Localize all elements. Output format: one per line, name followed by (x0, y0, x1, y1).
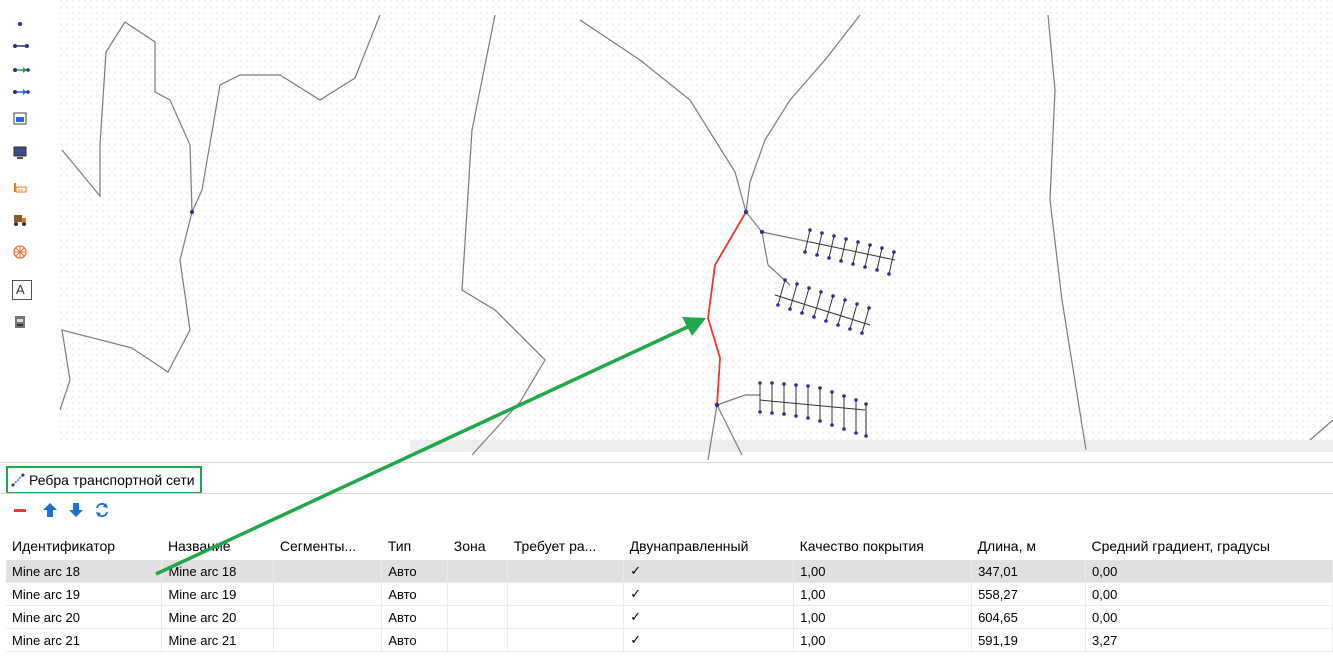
cell-requires[interactable] (507, 582, 625, 606)
table-row[interactable]: Mine arc 21 Mine arc 21 Авто ✓ 1,00 591,… (6, 628, 1333, 652)
cell-type[interactable]: Авто (381, 605, 449, 629)
cell-name[interactable]: Mine arc 21 (161, 628, 275, 652)
edge-icon (11, 473, 25, 487)
move-up-button[interactable] (40, 500, 60, 520)
cell-bidirectional[interactable]: ✓ (623, 582, 795, 606)
cell-id[interactable]: Mine arc 20 (6, 605, 163, 629)
arrow-down-icon (69, 503, 83, 517)
column-header-id[interactable]: Идентификатор (6, 532, 162, 560)
cell-name[interactable]: Mine arc 20 (161, 605, 275, 629)
table-row[interactable]: Mine arc 19 Mine arc 19 Авто ✓ 1,00 558,… (6, 582, 1333, 606)
text-label-icon[interactable]: A (12, 280, 32, 300)
storage-icon[interactable] (12, 314, 32, 334)
column-header-length[interactable]: Длина, м (972, 532, 1086, 560)
cell-length[interactable]: 558,27 (971, 582, 1086, 606)
move-down-button[interactable] (66, 500, 86, 520)
factory-icon[interactable] (12, 178, 32, 198)
cell-surface-quality[interactable]: 1,00 (793, 628, 973, 652)
cell-segments[interactable] (273, 628, 383, 652)
column-header-surface-quality[interactable]: Качество покрытия (794, 532, 972, 560)
cell-length[interactable]: 591,19 (971, 628, 1086, 652)
cell-surface-quality[interactable]: 1,00 (793, 605, 973, 629)
cell-zone[interactable] (447, 628, 509, 652)
column-header-zone[interactable]: Зона (448, 532, 508, 560)
cell-id[interactable]: Mine arc 21 (6, 628, 163, 652)
ventilation-fan-icon[interactable] (12, 244, 32, 264)
column-header-name[interactable]: Название (162, 532, 274, 560)
minus-icon (14, 509, 26, 512)
panel-separator (0, 462, 1333, 463)
cell-zone[interactable] (447, 560, 509, 583)
map-canvas[interactable] (0, 0, 1333, 462)
cell-avg-gradient[interactable]: 3,27 (1085, 628, 1333, 652)
dump-truck-icon[interactable] (12, 212, 32, 232)
cell-bidirectional[interactable]: ✓ (623, 605, 795, 629)
cell-id[interactable]: Mine arc 19 (6, 582, 163, 606)
svg-text:A: A (16, 282, 25, 297)
cell-segments[interactable] (273, 560, 383, 583)
cell-zone[interactable] (447, 605, 509, 629)
node-tool-icon[interactable] (12, 16, 32, 36)
map-toolbar: A (0, 0, 44, 462)
column-header-segments[interactable]: Сегменты... (274, 532, 382, 560)
cell-zone[interactable] (447, 582, 509, 606)
cell-requires[interactable] (507, 605, 625, 629)
cell-surface-quality[interactable]: 1,00 (793, 582, 973, 606)
cell-bidirectional[interactable]: ✓ (623, 560, 795, 583)
panel-tab-title: Ребра транспортной сети (29, 472, 195, 488)
cell-name[interactable]: Mine arc 18 (161, 560, 275, 583)
column-header-avg-gradient[interactable]: Средний градиент, градусы (1086, 532, 1333, 560)
cell-type[interactable]: Авто (381, 560, 449, 583)
panel-tab-transport-edges[interactable]: Ребра транспортной сети (6, 466, 202, 494)
cell-avg-gradient[interactable]: 0,00 (1085, 582, 1333, 606)
transport-network-map[interactable]: A (0, 0, 1333, 462)
cell-length[interactable]: 347,01 (971, 560, 1086, 583)
loading-point-icon[interactable] (12, 110, 32, 130)
cell-requires[interactable] (507, 560, 625, 583)
directed-edge-green-icon[interactable] (12, 62, 32, 82)
tab-underline (0, 493, 1333, 494)
table-actions (10, 498, 112, 522)
cell-type[interactable]: Авто (381, 582, 449, 606)
cell-avg-gradient[interactable]: 0,00 (1085, 560, 1333, 583)
cell-segments[interactable] (273, 582, 383, 606)
table-row[interactable]: Mine arc 20 Mine arc 20 Авто ✓ 1,00 604,… (6, 605, 1333, 629)
column-header-type[interactable]: Тип (382, 532, 448, 560)
cell-length[interactable]: 604,65 (971, 605, 1086, 629)
cell-type[interactable]: Авто (381, 628, 449, 652)
cell-requires[interactable] (507, 628, 625, 652)
table-header-row: Идентификатор Название Сегменты... Тип З… (6, 532, 1333, 560)
edges-table: Идентификатор Название Сегменты... Тип З… (6, 532, 1333, 652)
edge-tool-icon[interactable] (12, 38, 32, 58)
cell-name[interactable]: Mine arc 19 (161, 582, 275, 606)
column-header-bidirectional[interactable]: Двунаправленный (624, 532, 794, 560)
cell-bidirectional[interactable]: ✓ (623, 628, 795, 652)
refresh-icon (96, 503, 108, 517)
cell-surface-quality[interactable]: 1,00 (793, 560, 973, 583)
monitor-icon[interactable] (12, 144, 32, 164)
refresh-button[interactable] (92, 500, 112, 520)
cell-id[interactable]: Mine arc 18 (6, 560, 163, 583)
remove-row-button[interactable] (10, 500, 30, 520)
cell-avg-gradient[interactable]: 0,00 (1085, 605, 1333, 629)
cell-segments[interactable] (273, 605, 383, 629)
arrow-up-icon (43, 503, 57, 517)
column-header-requires[interactable]: Требует ра... (508, 532, 624, 560)
directed-edge-blue-icon[interactable] (12, 84, 32, 104)
table-row[interactable]: Mine arc 18 Mine arc 18 Авто ✓ 1,00 347,… (6, 560, 1333, 583)
